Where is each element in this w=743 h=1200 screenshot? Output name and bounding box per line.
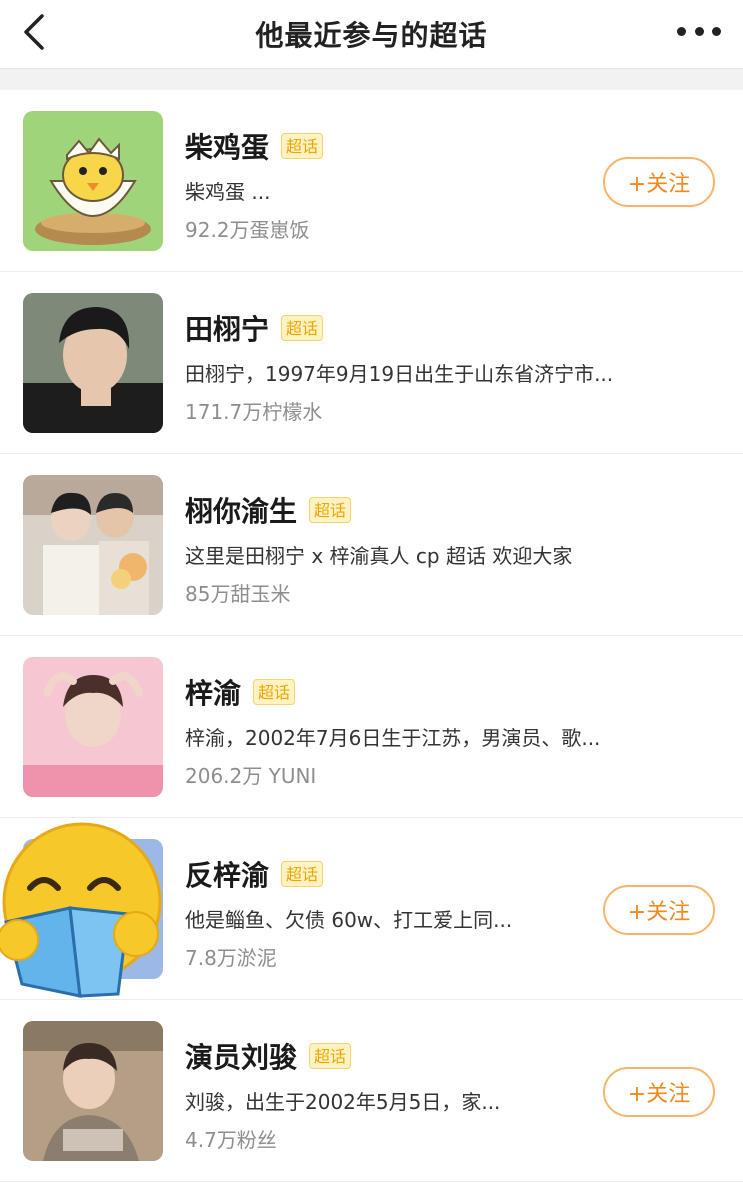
supertopic-item-tianxuning[interactable]: 田栩宁 超话 田栩宁，1997年9月19日出生于山东省济宁市... 171.7万… bbox=[0, 272, 743, 454]
chick-avatar-thumbnail bbox=[23, 111, 163, 251]
supertopic-tag: 超话 bbox=[281, 861, 324, 887]
supertopic-description: 他是鲻鱼、欠债 60w、打工爱上同... bbox=[185, 908, 513, 932]
supertopic-name: 梓渝 bbox=[185, 677, 242, 710]
supertopic-description: 梓渝，2002年7月6日生于江苏，男演员、歌... bbox=[185, 726, 601, 750]
supertopic-tag: 超话 bbox=[281, 315, 324, 341]
supertopic-description: 刘骏，出生于2002年5月5日，家... bbox=[185, 1090, 501, 1114]
supertopic-description: 这里是田栩宁 x 梓渝真人 cp 超话 欢迎大家 bbox=[185, 544, 573, 568]
portrait-photo-thumbnail bbox=[23, 293, 163, 433]
supertopic-member-count: 92.2万蛋崽饭 bbox=[185, 218, 310, 242]
couple-photo-thumbnail bbox=[23, 475, 163, 615]
supertopic-item-chaijidan[interactable]: 柴鸡蛋 超话 柴鸡蛋 ... 92.2万蛋崽饭 +关注 bbox=[0, 90, 743, 272]
poster-thumbnail bbox=[23, 657, 163, 797]
supertopic-item-liujun[interactable]: 演员刘骏 超话 刘骏，出生于2002年5月5日，家... 4.7万粉丝 +关注 bbox=[0, 1000, 743, 1182]
top-nav-bar: 他最近参与的超话 bbox=[0, 0, 743, 68]
supertopic-member-count: 4.7万粉丝 bbox=[185, 1128, 277, 1152]
supertopic-list: 柴鸡蛋 超话 柴鸡蛋 ... 92.2万蛋崽饭 +关注 田栩宁 超话 田栩宁，1… bbox=[0, 90, 743, 1182]
portrait-photo-thumbnail bbox=[23, 1021, 163, 1161]
follow-button[interactable]: +关注 bbox=[603, 1067, 715, 1117]
supertopic-name: 栩你渝生 bbox=[185, 495, 298, 528]
supertopic-tag: 超话 bbox=[309, 1043, 352, 1069]
more-options-icon[interactable] bbox=[677, 14, 721, 48]
supertopic-member-count: 7.8万淤泥 bbox=[185, 946, 277, 970]
supertopic-name: 柴鸡蛋 bbox=[185, 131, 270, 164]
supertopic-item-xuniyusheng[interactable]: 栩你渝生 超话 这里是田栩宁 x 梓渝真人 cp 超话 欢迎大家 85万甜玉米 bbox=[0, 454, 743, 636]
page-title: 他最近参与的超话 bbox=[255, 19, 488, 52]
section-divider bbox=[0, 68, 743, 90]
supertopic-description: 田栩宁，1997年9月19日出生于山东省济宁市... bbox=[185, 362, 614, 386]
reading-emoji-sticker bbox=[0, 822, 162, 998]
supertopic-member-count: 206.2万 YUNI bbox=[185, 764, 317, 788]
supertopic-item-ziyu[interactable]: 梓渝 超话 梓渝，2002年7月6日生于江苏，男演员、歌... 206.2万 Y… bbox=[0, 636, 743, 818]
supertopic-name: 反梓渝 bbox=[185, 859, 270, 892]
supertopic-member-count: 85万甜玉米 bbox=[185, 582, 291, 606]
supertopic-tag: 超话 bbox=[281, 133, 324, 159]
follow-button[interactable]: +关注 bbox=[603, 885, 715, 935]
follow-button[interactable]: +关注 bbox=[603, 157, 715, 207]
supertopic-member-count: 171.7万柠檬水 bbox=[185, 400, 323, 424]
supertopic-tag: 超话 bbox=[253, 679, 296, 705]
supertopic-name: 田栩宁 bbox=[185, 313, 270, 346]
supertopic-tag: 超话 bbox=[309, 497, 352, 523]
supertopic-name: 演员刘骏 bbox=[185, 1041, 298, 1074]
supertopic-description: 柴鸡蛋 ... bbox=[185, 180, 271, 204]
